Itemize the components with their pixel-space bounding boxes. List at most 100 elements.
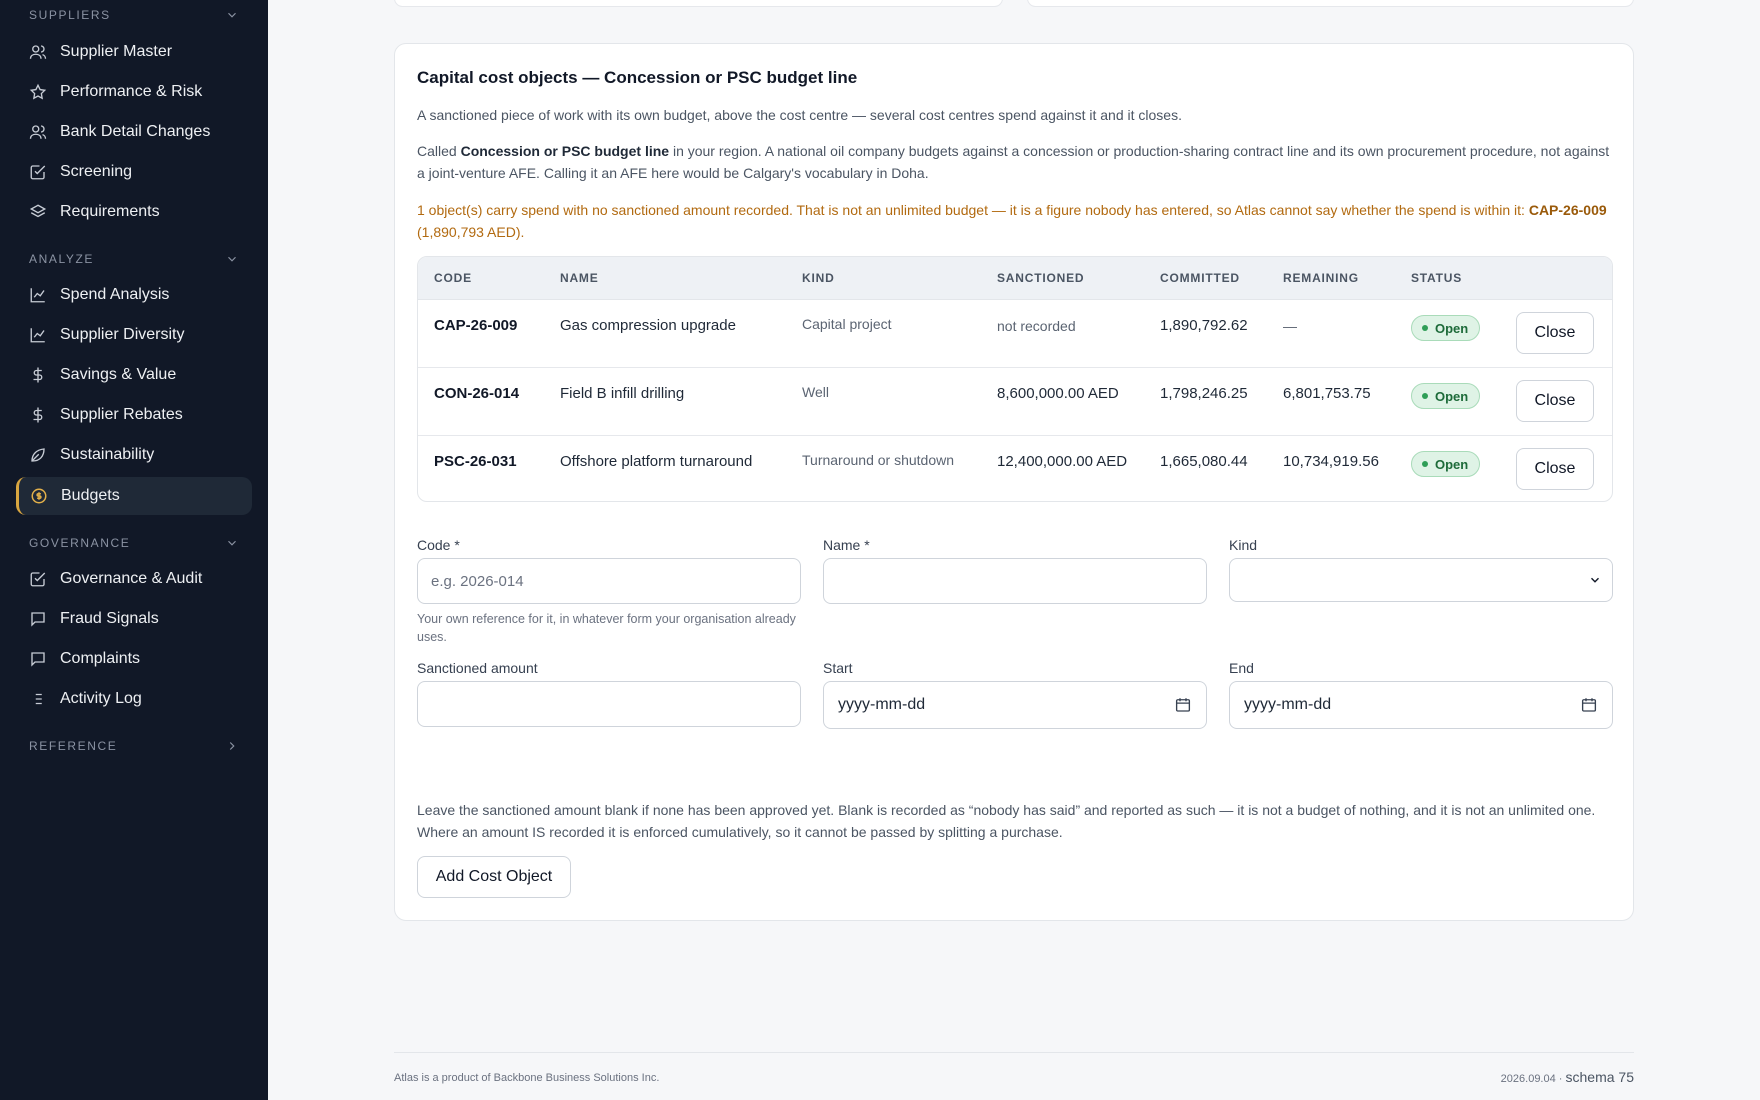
missing-sanction-warning: 1 object(s) carry spend with no sanction…: [417, 199, 1613, 243]
sidebar-item-label: Bank Detail Changes: [60, 123, 211, 140]
cell-kind: Well: [802, 384, 829, 400]
warning-amount: (1,890,793 AED).: [417, 224, 525, 240]
card-title: Capital cost objects — Concession or PSC…: [417, 68, 858, 87]
warning-text: 1 object(s) carry spend with no sanction…: [417, 202, 1529, 218]
previous-card-right: [1027, 0, 1634, 7]
calendar-icon[interactable]: [1174, 696, 1192, 714]
name-input[interactable]: [823, 558, 1207, 604]
sidebar-item-label: Requirements: [60, 203, 160, 220]
status-badge: Open: [1411, 315, 1481, 341]
list-icon: [29, 690, 47, 708]
section-header-suppliers[interactable]: SUPPLIERS: [29, 5, 239, 25]
cell-sanctioned: 8,600,000.00 AED: [997, 385, 1119, 402]
message-icon: [29, 610, 47, 628]
sidebar-item-sustainability[interactable]: Sustainability: [16, 436, 252, 474]
cell-remaining: —: [1283, 318, 1297, 334]
sidebar-item-supplier-rebates[interactable]: Supplier Rebates: [16, 396, 252, 434]
sanctioned-amount-note: Leave the sanctioned amount blank if non…: [417, 802, 1596, 840]
cell-remaining: 10,734,919.56: [1283, 453, 1379, 470]
column-header-remaining: REMAINING: [1283, 271, 1359, 285]
cell-committed: 1,665,080.44: [1160, 453, 1248, 470]
sidebar-item-fraud-signals[interactable]: Fraud Signals: [16, 600, 252, 638]
section-header-analyze[interactable]: ANALYZE: [29, 249, 239, 269]
sidebar-item-label: Screening: [60, 163, 133, 180]
sidebar-item-complaints[interactable]: Complaints: [16, 640, 252, 678]
table-row: PSC-26-031 Offshore platform turnaround …: [418, 436, 1612, 501]
sidebar-item-label: Spend Analysis: [60, 286, 170, 303]
cell-name: Gas compression upgrade: [560, 317, 736, 334]
sidebar-item-label: Activity Log: [60, 690, 142, 707]
code-input[interactable]: [417, 558, 801, 604]
leaf-icon: [29, 446, 47, 464]
sidebar-item-savings-value[interactable]: Savings & Value: [16, 356, 252, 394]
section-header-reference[interactable]: REFERENCE: [29, 736, 239, 756]
status-label: Open: [1435, 388, 1469, 404]
version-text: 2026.09.04 ·: [1500, 1073, 1566, 1085]
sidebar-item-label: Governance & Audit: [60, 570, 203, 587]
cell-code: CON-26-014: [434, 385, 520, 402]
cell-code: PSC-26-031: [434, 453, 517, 470]
sidebar-item-screening[interactable]: Screening: [16, 153, 252, 191]
column-header-committed: COMMITTED: [1160, 271, 1240, 285]
cell-name: Offshore platform turnaround: [560, 453, 753, 470]
kind-select[interactable]: [1229, 558, 1613, 602]
region-prefix: Called: [417, 143, 461, 159]
sidebar-item-supplier-diversity[interactable]: Supplier Diversity: [16, 316, 252, 354]
users-icon: [29, 43, 47, 61]
footer-version: 2026.09.04 · schema 75: [1501, 1069, 1634, 1085]
column-header-kind: KIND: [802, 271, 835, 285]
close-button[interactable]: Close: [1516, 380, 1594, 422]
sidebar-item-label: Supplier Diversity: [60, 326, 185, 343]
calendar-icon[interactable]: [1580, 696, 1598, 714]
region-note: Called Concession or PSC budget line in …: [417, 140, 1613, 184]
add-cost-object-button[interactable]: Add Cost Object: [417, 856, 571, 898]
cost-objects-table: CODE NAME KIND SANCTIONED COMMITTED REMA…: [417, 256, 1613, 502]
section-header-governance[interactable]: GOVERNANCE: [29, 533, 239, 553]
sidebar-item-supplier-master[interactable]: Supplier Master: [16, 33, 252, 71]
close-button[interactable]: Close: [1516, 312, 1594, 354]
layers-icon: [29, 203, 47, 221]
sidebar-item-label: Supplier Master: [60, 43, 173, 60]
column-header-sanctioned: SANCTIONED: [997, 271, 1085, 285]
code-label: Code *: [417, 537, 460, 553]
chevron-right-icon: [229, 742, 235, 750]
chevron-down-icon: [1591, 577, 1599, 583]
sanctioned-amount-label: Sanctioned amount: [417, 660, 538, 676]
section-title: REFERENCE: [29, 739, 118, 753]
footer-divider: [394, 1052, 1634, 1053]
chevron-down-icon: [228, 540, 236, 546]
status-badge: Open: [1411, 383, 1481, 409]
sidebar-item-requirements[interactable]: Requirements: [16, 193, 252, 231]
sidebar-item-activity-log[interactable]: Activity Log: [16, 680, 252, 718]
sidebar-item-governance-audit[interactable]: Governance & Audit: [16, 560, 252, 598]
sidebar-item-budgets[interactable]: Budgets: [16, 477, 252, 515]
dollar-icon: [29, 406, 47, 424]
sidebar-item-label: Sustainability: [60, 446, 155, 463]
end-date-input[interactable]: yyyy-mm-dd: [1229, 681, 1613, 729]
checkbox-icon: [29, 163, 47, 181]
table-row: CAP-26-009 Gas compression upgrade Capit…: [418, 300, 1612, 368]
sanctioned-amount-input[interactable]: [417, 681, 801, 727]
sidebar-item-performance-risk[interactable]: Performance & Risk: [16, 73, 252, 111]
sidebar-item-label: Supplier Rebates: [60, 406, 183, 423]
card-intro: A sanctioned piece of work with its own …: [417, 107, 1182, 123]
start-date-input[interactable]: yyyy-mm-dd: [823, 681, 1207, 729]
sidebar-item-label: Performance & Risk: [60, 83, 203, 100]
schema-text: schema 75: [1565, 1069, 1634, 1085]
sidebar-item-label: Savings & Value: [60, 366, 177, 383]
sidebar-item-spend-analysis[interactable]: Spend Analysis: [16, 276, 252, 314]
sidebar-item-bank-detail-changes[interactable]: Bank Detail Changes: [16, 113, 252, 151]
warning-code: CAP-26-009: [1528, 202, 1607, 218]
section-title: GOVERNANCE: [29, 536, 131, 550]
section-title: ANALYZE: [29, 252, 94, 266]
close-button[interactable]: Close: [1516, 448, 1594, 490]
cell-sanctioned: 12,400,000.00 AED: [997, 453, 1128, 470]
sidebar-item-label: Fraud Signals: [60, 610, 159, 627]
sidebar-item-label: Complaints: [60, 650, 141, 667]
status-dot-icon: [1422, 325, 1428, 331]
chevron-down-icon: [228, 256, 236, 262]
coin-icon: [30, 487, 48, 505]
cost-objects-card: Capital cost objects — Concession or PSC…: [394, 43, 1634, 921]
sidebar: SUPPLIERS Supplier Master Performance & …: [0, 0, 268, 1100]
status-label: Open: [1435, 456, 1469, 472]
